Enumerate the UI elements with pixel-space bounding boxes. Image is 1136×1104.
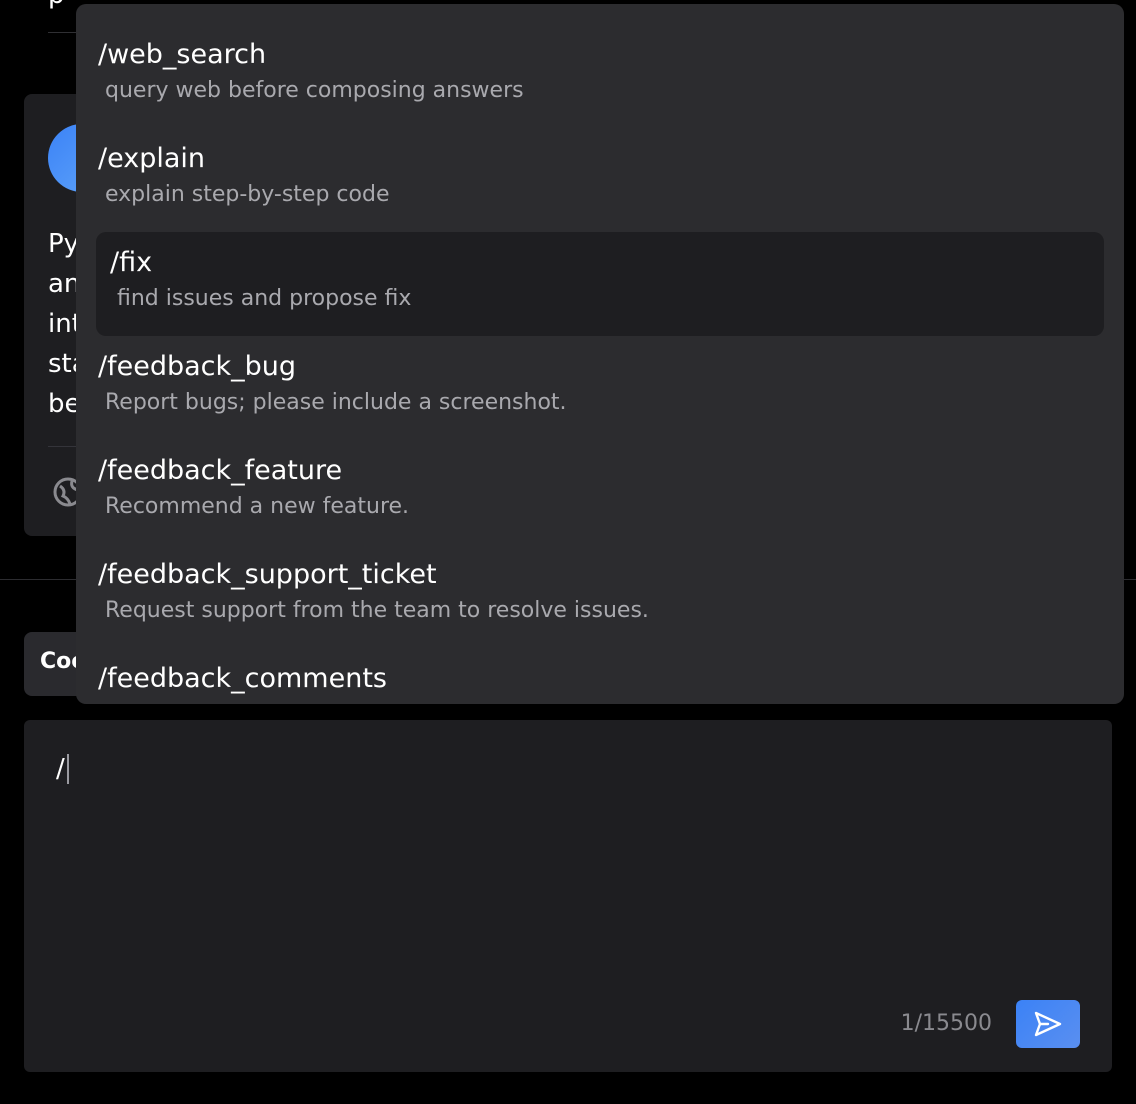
- command-description: Recommend a new feature.: [105, 494, 410, 519]
- send-icon: [1034, 1011, 1062, 1037]
- command-name: /web_search: [98, 39, 267, 70]
- command-description: explain step-by-step code: [105, 182, 390, 207]
- command-item-explain[interactable]: /explain explain step-by-step code: [96, 128, 1104, 232]
- command-description: find issues and propose fix: [117, 286, 412, 311]
- chat-page: p Py an int sta be Coc / 1/15500 /we: [0, 0, 1136, 1104]
- command-item-feedback-bug[interactable]: /feedback_bug Report bugs; please includ…: [96, 336, 1104, 440]
- command-item-fix[interactable]: /fix find issues and propose fix: [96, 232, 1104, 336]
- send-button[interactable]: [1016, 1000, 1080, 1048]
- previous-message-fragment: p: [48, 0, 65, 12]
- command-item-feedback-support-ticket[interactable]: /feedback_support_ticket Request support…: [96, 544, 1104, 648]
- character-counter: 1/15500: [900, 1011, 992, 1036]
- command-name: /feedback_support_ticket: [98, 559, 437, 590]
- command-item-feedback-feature[interactable]: /feedback_feature Recommend a new featur…: [96, 440, 1104, 544]
- command-name: /fix: [110, 247, 153, 278]
- message-input[interactable]: /: [56, 744, 1056, 794]
- command-description: Request support from the team to resolve…: [105, 598, 649, 623]
- command-item-web-search[interactable]: /web_search query web before composing a…: [96, 24, 1104, 128]
- command-name: /feedback_feature: [98, 455, 343, 486]
- input-value: /: [56, 754, 65, 784]
- command-name: /explain: [98, 143, 206, 174]
- command-name: /feedback_comments: [98, 663, 387, 694]
- command-description: query web before composing answers: [105, 78, 524, 103]
- text-caret: [66, 754, 69, 784]
- command-description: Report bugs; please include a screenshot…: [105, 390, 567, 415]
- slash-command-menu: /web_search query web before composing a…: [76, 4, 1124, 704]
- command-item-feedback-comments[interactable]: /feedback_comments: [96, 648, 1104, 704]
- command-name: /feedback_bug: [98, 351, 297, 382]
- message-composer: / 1/15500: [24, 720, 1112, 1072]
